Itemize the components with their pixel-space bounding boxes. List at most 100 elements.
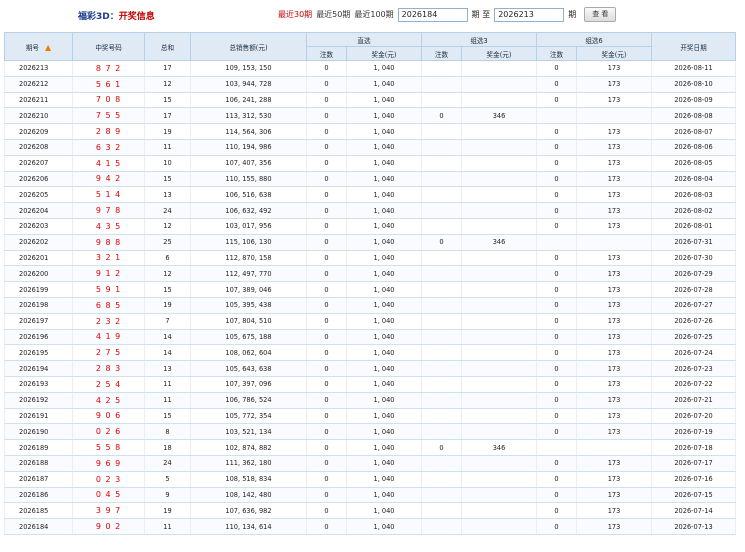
cell-date: 2026-07-24 bbox=[651, 344, 737, 362]
cell-direct-prize: 1, 040 bbox=[346, 313, 422, 330]
cell-direct-prize: 1, 040 bbox=[346, 423, 422, 441]
cell-group6-prize: 173 bbox=[576, 186, 653, 204]
cell-direct-count: 0 bbox=[306, 408, 347, 425]
cell-direct-prize: 1, 040 bbox=[346, 107, 422, 125]
cell-sum: 11 bbox=[144, 139, 191, 156]
cell-group6-prize: 173 bbox=[576, 471, 653, 488]
cell-group6-count: 0 bbox=[536, 281, 578, 298]
table-row: 2026210 7 5 5 17 113, 312, 530 0 1, 040 0 346 20… bbox=[4, 107, 737, 125]
link-recent-100[interactable]: 最近100期 bbox=[354, 9, 393, 20]
cell-numbers: 4 1 9 bbox=[72, 329, 145, 346]
cell-group3-prize bbox=[460, 487, 538, 504]
cell-group3-count: 0 bbox=[421, 107, 462, 125]
cell-group6-prize: 173 bbox=[576, 360, 653, 377]
cell-issue: 2026196 bbox=[4, 329, 73, 346]
cell-group3-count bbox=[421, 171, 462, 188]
cell-sum: 7 bbox=[144, 313, 191, 330]
cell-issue: 2026195 bbox=[4, 344, 73, 362]
cell-group3-prize bbox=[460, 376, 538, 393]
cell-sum: 9 bbox=[144, 487, 191, 504]
cell-direct-prize: 1, 040 bbox=[346, 218, 422, 235]
cell-group3-prize bbox=[460, 423, 538, 441]
cell-group6-count: 0 bbox=[536, 360, 578, 377]
cell-sum: 19 bbox=[144, 123, 191, 140]
cell-sum: 25 bbox=[144, 234, 191, 251]
link-recent-50[interactable]: 最近50期 bbox=[316, 9, 350, 20]
cell-sum: 14 bbox=[144, 329, 191, 346]
cell-sales: 110, 155, 880 bbox=[190, 171, 307, 188]
cell-sales: 108, 142, 480 bbox=[190, 487, 307, 504]
table-row: 2026185 3 9 7 19 107, 636, 982 0 1, 040 0 173 20… bbox=[4, 502, 737, 520]
table-row: 2026200 9 1 2 12 112, 497, 770 0 1, 040 0 173 20… bbox=[4, 265, 737, 283]
cell-issue: 2026198 bbox=[4, 297, 73, 314]
cell-issue: 2026203 bbox=[4, 218, 73, 235]
cell-group6-prize: 173 bbox=[576, 202, 653, 219]
cell-group3-count bbox=[421, 60, 462, 77]
cell-group3-prize bbox=[460, 92, 538, 109]
link-recent-30[interactable]: 最近30期 bbox=[278, 9, 312, 20]
cell-direct-prize: 1, 040 bbox=[346, 439, 422, 456]
cell-sales: 107, 397, 096 bbox=[190, 376, 307, 393]
cell-group6-count: 0 bbox=[536, 76, 578, 93]
cell-sum: 15 bbox=[144, 281, 191, 298]
cell-numbers: 6 3 2 bbox=[72, 139, 145, 156]
cell-group3-count bbox=[421, 376, 462, 393]
cell-direct-count: 0 bbox=[306, 344, 347, 362]
table-row: 2026186 0 4 5 9 108, 142, 480 0 1, 040 0 173 202… bbox=[4, 487, 737, 504]
cell-sales: 107, 804, 510 bbox=[190, 313, 307, 330]
cell-numbers: 2 5 4 bbox=[72, 376, 145, 393]
cell-numbers: 0 2 6 bbox=[72, 423, 145, 441]
cell-issue: 2026211 bbox=[4, 92, 73, 109]
cell-date: 2026-07-19 bbox=[651, 423, 737, 441]
cell-group6-count bbox=[536, 234, 578, 251]
cell-direct-prize: 1, 040 bbox=[346, 76, 422, 93]
cell-group6-prize: 173 bbox=[576, 218, 653, 235]
cell-issue: 2026207 bbox=[4, 155, 73, 172]
sort-icon[interactable]: ▲ bbox=[45, 43, 51, 52]
cell-direct-count: 0 bbox=[306, 423, 347, 441]
cell-group6-count: 0 bbox=[536, 313, 578, 330]
cell-issue: 2026209 bbox=[4, 123, 73, 140]
to-issue-input[interactable] bbox=[494, 7, 565, 22]
cell-date: 2026-07-30 bbox=[651, 250, 737, 267]
cell-group6-prize: 173 bbox=[576, 76, 653, 93]
cell-date: 2026-07-27 bbox=[651, 297, 737, 314]
cell-group6-prize: 173 bbox=[576, 155, 653, 172]
cell-direct-count: 0 bbox=[306, 123, 347, 140]
cell-direct-count: 0 bbox=[306, 455, 347, 472]
cell-sales: 102, 874, 882 bbox=[190, 439, 307, 456]
cell-direct-prize: 1, 040 bbox=[346, 123, 422, 140]
cell-date: 2026-07-13 bbox=[651, 518, 737, 535]
cell-group6-prize: 173 bbox=[576, 297, 653, 314]
cell-direct-count: 0 bbox=[306, 360, 347, 377]
cell-numbers: 5 5 8 bbox=[72, 439, 145, 456]
cell-direct-prize: 1, 040 bbox=[346, 171, 422, 188]
cell-sum: 15 bbox=[144, 171, 191, 188]
cell-date: 2026-07-22 bbox=[651, 376, 737, 393]
cell-group3-prize bbox=[460, 344, 538, 362]
cell-direct-prize: 1, 040 bbox=[346, 518, 422, 535]
table-row: 2026196 4 1 9 14 105, 675, 188 0 1, 040 0 173 20… bbox=[4, 329, 737, 346]
cell-numbers: 9 6 9 bbox=[72, 455, 145, 472]
cell-direct-prize: 1, 040 bbox=[346, 360, 422, 377]
cell-group6-prize: 173 bbox=[576, 455, 653, 472]
query-button[interactable]: 查 看 bbox=[584, 7, 617, 22]
cell-sales: 108, 062, 604 bbox=[190, 344, 307, 362]
table-row: 2026201 3 2 1 6 112, 870, 158 0 1, 040 0 173 202… bbox=[4, 250, 737, 267]
cell-direct-count: 0 bbox=[306, 502, 347, 520]
cell-date: 2026-07-28 bbox=[651, 281, 737, 298]
cell-sum: 12 bbox=[144, 265, 191, 283]
cell-issue: 2026208 bbox=[4, 139, 73, 156]
table-row: 2026208 6 3 2 11 110, 194, 986 0 1, 040 0 173 20… bbox=[4, 139, 737, 156]
cell-group6-prize: 173 bbox=[576, 123, 653, 140]
cell-sum: 12 bbox=[144, 76, 191, 93]
from-issue-input[interactable] bbox=[397, 7, 468, 22]
col-issue[interactable]: 期号 ▲ bbox=[4, 32, 73, 61]
cell-direct-count: 0 bbox=[306, 202, 347, 219]
cell-sum: 8 bbox=[144, 423, 191, 441]
cell-numbers: 8 7 2 bbox=[72, 60, 145, 77]
cell-direct-prize: 1, 040 bbox=[346, 250, 422, 267]
cell-sum: 15 bbox=[144, 408, 191, 425]
cell-direct-count: 0 bbox=[306, 329, 347, 346]
col-group6: 组选6 bbox=[536, 32, 653, 47]
